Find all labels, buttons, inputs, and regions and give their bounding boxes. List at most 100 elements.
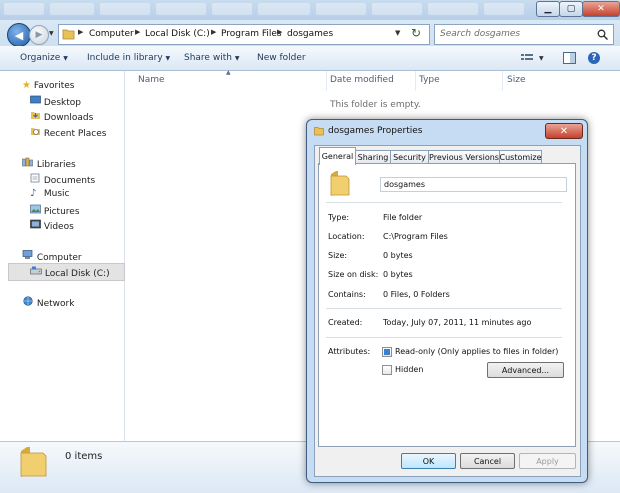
size-on-disk-label: Size on disk:	[328, 270, 379, 279]
separator	[326, 308, 562, 309]
folder-icon	[62, 29, 75, 40]
organize-label: Organize	[20, 53, 61, 63]
nav-item-music-label: Music	[43, 189, 70, 199]
breadcrumb-chevron-icon[interactable]: ▶	[211, 28, 216, 36]
include-in-library-button[interactable]: Include in library ▼	[87, 53, 170, 63]
folder-large-icon	[330, 171, 350, 196]
network-icon	[23, 296, 33, 306]
libraries-icon	[22, 157, 33, 167]
nav-item-desktop-label: Desktop	[43, 98, 81, 108]
help-icon[interactable]: ?	[588, 52, 600, 64]
recent-places-icon	[31, 128, 40, 135]
dialog-close-button[interactable]: ✕	[545, 123, 583, 139]
address-bar[interactable]: ▶ Computer ▶ Local Disk (C:) ▶ Program F…	[58, 24, 430, 45]
item-count: 0 items	[65, 451, 103, 462]
computer-icon	[22, 250, 33, 259]
tab-security[interactable]: Security	[390, 150, 429, 164]
desktop-icon	[30, 95, 41, 104]
downloads-icon	[31, 112, 40, 119]
nav-computer[interactable]: Computer	[22, 250, 82, 263]
column-type[interactable]: Type	[419, 75, 440, 85]
cancel-button[interactable]: Cancel	[460, 453, 515, 469]
tab-general[interactable]: General	[319, 147, 356, 165]
breadcrumb-dosgames[interactable]: dosgames	[287, 29, 333, 39]
nav-item-downloads[interactable]: Downloads	[30, 110, 93, 123]
column-size[interactable]: Size	[507, 75, 525, 85]
nav-network-label: Network	[36, 299, 75, 309]
preview-pane-button[interactable]	[563, 52, 576, 67]
tab-sharing[interactable]: Sharing	[355, 150, 391, 164]
background-tab	[372, 3, 422, 15]
share-with-button[interactable]: Share with ▼	[184, 53, 239, 63]
size-value: 0 bytes	[383, 251, 413, 260]
nav-favorites-label: Favorites	[33, 81, 75, 91]
maximize-icon: ▢	[566, 4, 576, 14]
dialog-title: dosgames Properties	[328, 126, 423, 136]
nav-item-pictures[interactable]: Pictures	[30, 204, 80, 217]
tab-previous-versions[interactable]: Previous Versions	[428, 150, 500, 164]
nav-item-desktop[interactable]: Desktop	[30, 95, 81, 108]
breadcrumb-program-files[interactable]: Program Files	[221, 29, 282, 39]
advanced-button[interactable]: Advanced...	[487, 362, 564, 378]
ok-button[interactable]: OK	[401, 453, 456, 469]
background-tab	[50, 3, 94, 15]
breadcrumb-chevron-icon[interactable]: ▶	[78, 28, 83, 36]
close-button[interactable]: ✕	[582, 1, 620, 17]
nav-item-local-disk[interactable]: Local Disk (C:)	[30, 266, 110, 279]
new-folder-button[interactable]: New folder	[257, 53, 306, 63]
column-divider[interactable]	[502, 71, 503, 91]
nav-item-music[interactable]: ♪ Music	[30, 188, 69, 199]
column-name[interactable]: Name	[138, 75, 165, 85]
drive-icon	[30, 266, 42, 275]
apply-button[interactable]: Apply	[519, 453, 576, 469]
back-button[interactable]: ◀	[7, 23, 31, 47]
nav-favorites[interactable]: ★ Favorites	[22, 80, 75, 91]
column-divider[interactable]	[415, 71, 416, 91]
large-folder-icon	[20, 447, 47, 477]
created-label: Created:	[328, 318, 363, 327]
nav-item-videos[interactable]: Videos	[30, 219, 74, 232]
organize-button[interactable]: Organize ▼	[20, 53, 68, 63]
videos-icon	[30, 219, 41, 229]
nav-item-documents[interactable]: Documents	[30, 173, 95, 186]
nav-item-recent-places-label: Recent Places	[43, 129, 107, 139]
documents-icon	[30, 173, 40, 183]
search-icon[interactable]	[597, 29, 608, 40]
folder-name-input[interactable]	[380, 177, 567, 192]
nav-network[interactable]: Network	[22, 296, 74, 309]
background-tab	[484, 3, 524, 15]
tab-customize[interactable]: Customize	[499, 150, 542, 164]
view-list-icon	[521, 54, 533, 60]
column-date-modified[interactable]: Date modified	[330, 75, 394, 85]
nav-item-recent-places[interactable]: Recent Places	[30, 126, 106, 139]
hidden-label[interactable]: Hidden	[395, 365, 423, 374]
nav-libraries-label: Libraries	[36, 160, 76, 170]
created-value: Today, July 07, 2011, 11 minutes ago	[383, 318, 532, 327]
maximize-button[interactable]: ▢	[559, 1, 583, 17]
breadcrumb-local-disk[interactable]: Local Disk (C:)	[145, 29, 210, 39]
address-dropdown-icon[interactable]: ▼	[395, 29, 400, 37]
size-on-disk-value: 0 bytes	[383, 270, 413, 279]
search-input[interactable]: Search dosgames	[434, 24, 614, 45]
view-options-dropdown-icon[interactable]: ▼	[539, 55, 544, 62]
background-tab	[212, 3, 252, 15]
breadcrumb-chevron-icon[interactable]: ▶	[277, 28, 282, 36]
breadcrumb-computer[interactable]: Computer	[89, 29, 134, 39]
type-value: File folder	[383, 213, 423, 222]
breadcrumb-chevron-icon[interactable]: ▶	[135, 28, 140, 36]
column-divider[interactable]	[326, 71, 327, 91]
close-icon: ✕	[597, 4, 605, 14]
share-label: Share with	[184, 53, 232, 63]
background-tab	[4, 3, 44, 15]
empty-folder-message: This folder is empty.	[330, 100, 421, 110]
minimize-button[interactable]: ▁	[536, 1, 560, 17]
change-view-button[interactable]	[521, 53, 533, 66]
forward-button[interactable]: ▶	[29, 25, 49, 45]
hidden-checkbox[interactable]	[382, 365, 392, 375]
readonly-checkbox[interactable]	[382, 347, 392, 357]
readonly-label[interactable]: Read-only (Only applies to files in fold…	[395, 347, 558, 356]
refresh-icon[interactable]: ↻	[411, 26, 421, 40]
recent-pages-dropdown-icon[interactable]: ▼	[49, 30, 54, 37]
separator	[326, 202, 562, 203]
nav-libraries[interactable]: Libraries	[22, 157, 76, 170]
